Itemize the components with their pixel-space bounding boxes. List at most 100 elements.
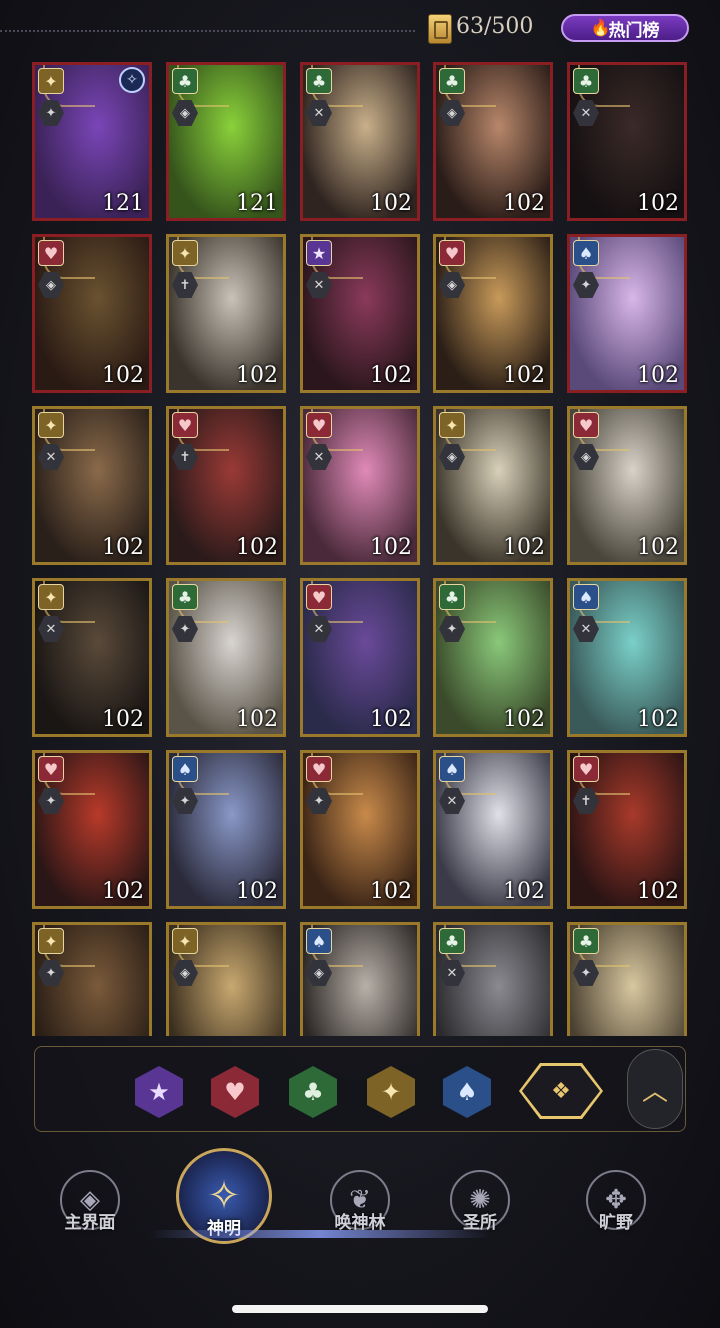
nav-item[interactable]: ✺ 圣所 <box>420 1140 540 1260</box>
god-card[interactable]: ♠ ✕ 102 <box>433 750 553 909</box>
card-level: 102 <box>370 879 412 904</box>
star-suit-icon: ★ <box>306 240 332 266</box>
card-level: 102 <box>236 535 278 560</box>
god-card[interactable]: ♥ ✕ 102 <box>300 578 420 737</box>
god-card[interactable]: ♠ ✕ 102 <box>567 578 687 737</box>
god-card[interactable]: ♠ ◈ <box>300 922 420 1036</box>
god-card[interactable]: ★ ✕ 102 <box>300 234 420 393</box>
card-level: 102 <box>503 363 545 388</box>
spade-suit-icon: ♠ <box>573 240 599 266</box>
club-suit-icon: ♣ <box>439 928 465 954</box>
card-level: 102 <box>637 535 679 560</box>
nav-label: 主界面 <box>64 1213 116 1233</box>
god-card[interactable]: ✦ ◈ <box>166 922 286 1036</box>
card-level: 102 <box>637 879 679 904</box>
card-level: 102 <box>370 191 412 216</box>
card-level: 121 <box>102 191 144 216</box>
god-card[interactable]: ♥ ✕ 102 <box>300 406 420 565</box>
heart-suit-icon: ♥ <box>306 584 332 610</box>
god-card[interactable]: ♣ ✦ 102 <box>166 578 286 737</box>
card-level: 102 <box>637 707 679 732</box>
diamond-suit-icon: ✦ <box>38 412 64 438</box>
club-suit-icon: ♣ <box>172 68 198 94</box>
club-suit-icon: ♣ <box>573 68 599 94</box>
filter-heart-icon[interactable]: ♥ <box>211 1066 259 1118</box>
hot-ranking-label: 热门榜 <box>608 20 660 41</box>
card-level: 102 <box>503 707 545 732</box>
compass-badge-icon: ✧ <box>119 67 145 93</box>
card-level: 102 <box>102 879 144 904</box>
card-level: 102 <box>503 535 545 560</box>
home-indicator[interactable] <box>232 1305 488 1313</box>
god-card[interactable]: ♥ ◈ 102 <box>567 406 687 565</box>
all-suits-icon: ❖ <box>522 1066 600 1116</box>
diamond-suit-icon: ✦ <box>439 412 465 438</box>
card-level: 102 <box>236 879 278 904</box>
diamond-suit-icon: ✦ <box>172 928 198 954</box>
heart-suit-icon: ♥ <box>306 412 332 438</box>
god-card[interactable]: ♥ ✦ 102 <box>32 750 152 909</box>
card-level: 102 <box>503 879 545 904</box>
god-card[interactable]: ♣ ✕ <box>433 922 553 1036</box>
card-level: 102 <box>102 363 144 388</box>
god-card[interactable]: ♣ ✦ 102 <box>433 578 553 737</box>
god-card[interactable]: ♠ ✦ 102 <box>166 750 286 909</box>
nav-item[interactable]: ✧ 神明 <box>164 1140 284 1260</box>
god-card[interactable]: ♥ ◈ 102 <box>32 234 152 393</box>
nav-glow <box>150 1230 490 1238</box>
card-level: 102 <box>370 363 412 388</box>
spade-suit-icon: ♠ <box>306 928 332 954</box>
club-suit-icon: ♣ <box>306 68 332 94</box>
currency-count: 63/500 <box>456 14 534 39</box>
god-card[interactable]: ✦ ◈ 102 <box>433 406 553 565</box>
filter-star-icon[interactable]: ★ <box>135 1066 183 1118</box>
collapse-filter-button[interactable]: ︿ <box>627 1049 683 1129</box>
filter-spade-icon[interactable]: ♠ <box>443 1066 491 1118</box>
heart-suit-icon: ♥ <box>38 756 64 782</box>
god-card[interactable]: ♣ ✦ <box>567 922 687 1036</box>
card-level: 102 <box>236 707 278 732</box>
god-card[interactable]: ♥ ✝ 102 <box>166 406 286 565</box>
diamond-suit-icon: ✦ <box>38 928 64 954</box>
top-bar: 63/500 🔥 热门榜 <box>0 0 720 58</box>
filter-all-button[interactable]: ❖ <box>519 1063 603 1119</box>
card-level: 102 <box>503 191 545 216</box>
currency-icon <box>428 14 452 44</box>
god-card[interactable]: ✦ ✕ 102 <box>32 406 152 565</box>
god-card[interactable]: ♣ ✕ 102 <box>567 62 687 221</box>
card-level: 102 <box>102 535 144 560</box>
filter-diamond-icon[interactable]: ✦ <box>367 1066 415 1118</box>
nav-item[interactable]: ◈ 主界面 <box>30 1140 150 1260</box>
god-card[interactable]: ♣ ◈ 102 <box>433 62 553 221</box>
card-grid: ✦ ✦ ✧ 121 ♣ ◈ 121 ♣ ✕ 102 ♣ ◈ 102 ♣ ✕ 102 ♥ ◈ 102 ✦ ✝ 102 ★ ✕ 10… <box>32 62 688 1036</box>
heart-suit-icon: ♥ <box>439 240 465 266</box>
god-card[interactable]: ✦ ✝ 102 <box>166 234 286 393</box>
god-card[interactable]: ♥ ✦ 102 <box>300 750 420 909</box>
card-level: 121 <box>236 191 278 216</box>
nav-item[interactable]: ✥ 旷野 <box>556 1140 676 1260</box>
god-card[interactable]: ♣ ◈ 121 <box>166 62 286 221</box>
nav-item[interactable]: ❦ 唤神林 <box>300 1140 420 1260</box>
god-card[interactable]: ✦ ✕ 102 <box>32 578 152 737</box>
card-level: 102 <box>637 191 679 216</box>
god-card[interactable]: ♣ ✕ 102 <box>300 62 420 221</box>
flame-icon: 🔥 <box>590 18 611 37</box>
god-card[interactable]: ♠ ✦ 102 <box>567 234 687 393</box>
heart-suit-icon: ♥ <box>573 412 599 438</box>
heart-suit-icon: ♥ <box>573 756 599 782</box>
club-suit-icon: ♣ <box>439 68 465 94</box>
card-level: 102 <box>370 707 412 732</box>
god-card[interactable]: ✦ ✦ ✧ 121 <box>32 62 152 221</box>
club-suit-icon: ♣ <box>573 928 599 954</box>
club-suit-icon: ♣ <box>172 584 198 610</box>
hot-ranking-button[interactable]: 🔥 热门榜 <box>561 14 689 42</box>
diamond-suit-icon: ✦ <box>38 584 64 610</box>
god-card[interactable]: ✦ ✦ <box>32 922 152 1036</box>
club-suit-icon: ♣ <box>439 584 465 610</box>
god-card[interactable]: ♥ ✝ 102 <box>567 750 687 909</box>
heart-suit-icon: ♥ <box>38 240 64 266</box>
card-level: 102 <box>102 707 144 732</box>
god-card[interactable]: ♥ ◈ 102 <box>433 234 553 393</box>
filter-club-icon[interactable]: ♣ <box>289 1066 337 1118</box>
diamond-suit-icon: ✦ <box>38 68 64 94</box>
